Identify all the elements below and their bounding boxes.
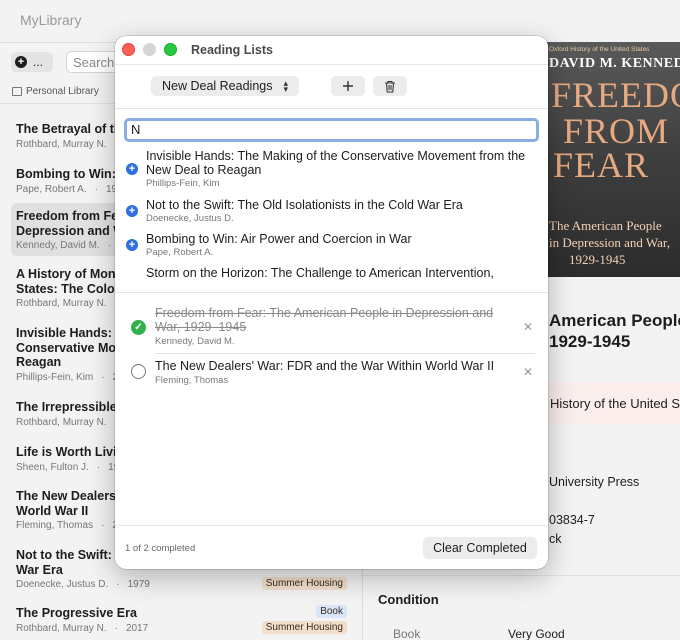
detail-title: American People 1929-1945 (549, 310, 680, 352)
item-author: Kennedy, David M. (155, 336, 235, 347)
add-menu-button[interactable]: + ... (11, 52, 53, 72)
book-icon (12, 87, 22, 96)
book-author: Phillips-Fein, Kim (16, 371, 94, 383)
condition-value: Very Good (508, 627, 565, 640)
add-book-search-field[interactable]: N (124, 118, 539, 142)
condition-heading: Condition (378, 592, 439, 607)
suggestion-title: Not to the Swift: The Old Isolationists … (146, 198, 463, 212)
close-window-button[interactable] (122, 43, 135, 56)
cover-series-text: Oxford History of the United States (549, 46, 650, 53)
book-author: Doenecke, Justus D. (16, 579, 109, 590)
chevron-up-down-icon: ▴ ▾ (283, 78, 288, 94)
detail-title-line-2: 1929-1945 (549, 332, 631, 351)
incomplete-circle-icon[interactable] (131, 364, 146, 379)
library-label: Personal Library (12, 86, 99, 97)
location-tag: Summer Housing (261, 621, 347, 634)
book-author: Rothbard, Murray N. (16, 138, 107, 150)
condition-label: Book (393, 627, 421, 640)
book-author: Sheen, Fulton J. (16, 461, 89, 473)
zoom-window-button[interactable] (164, 43, 177, 56)
minimize-window-button[interactable] (143, 43, 156, 56)
book-year: 1979 (127, 579, 150, 590)
titlebar-divider (115, 64, 548, 65)
app-title: MyLibrary (20, 12, 82, 28)
book-author: Rothbard, Murray N. (16, 622, 107, 634)
item-author: Fleming, Thomas (155, 375, 229, 386)
suggestion-author: Doenecke, Justus D. (146, 213, 234, 224)
suggestion-title: Bombing to Win: Air Power and Coercion i… (146, 232, 412, 246)
book-author: Rothbard, Murray N. (16, 416, 107, 428)
add-circle-icon: + (126, 239, 138, 251)
publisher-value: University Press (549, 475, 640, 489)
completed-checkmark-icon[interactable]: ✓ (131, 320, 146, 335)
suggestions-divider (115, 292, 548, 293)
plus-icon (343, 81, 353, 91)
footer-divider (115, 525, 548, 526)
suggestion-author: Pape, Robert A. (146, 247, 214, 258)
format-value: ck (549, 532, 562, 546)
book-title: The Progressive Era (16, 606, 137, 620)
suggestion-author: Phillips-Fein, Kim (146, 178, 220, 189)
delete-list-button[interactable] (373, 76, 407, 96)
item-divider (155, 353, 535, 354)
library-label-text: Personal Library (26, 86, 99, 97)
trash-icon (385, 80, 395, 93)
cover-title-3: FEAR (553, 145, 650, 185)
book-list-item[interactable]: The Progressive Era Rothbard, Murray N. ·… (11, 600, 353, 640)
cover-author: DAVID M. KENNEDY (549, 56, 680, 71)
suggestion-title: Storm on the Horizon: The Challenge to A… (146, 266, 494, 280)
book-author: Pape, Robert A. (16, 183, 87, 195)
progress-text: 1 of 2 completed (125, 543, 196, 554)
isbn-value: 03834-7 (549, 513, 595, 527)
cover-subtitle-1: The American People (549, 218, 662, 233)
format-badge: Book (316, 605, 347, 618)
dialog-title: Reading Lists (191, 43, 273, 57)
cover-subtitle-2: in Depression and War, (549, 235, 670, 250)
reading-lists-dialog: Reading Lists New Deal Readings ▴ ▾ N + I… (115, 36, 548, 569)
add-circle-icon: + (126, 163, 138, 175)
location-tag: Summer Housing (261, 577, 347, 590)
reading-list-select-value: New Deal Readings (162, 79, 273, 93)
book-author: Fleming, Thomas (16, 520, 94, 531)
item-title: Freedom from Fear: The American People i… (155, 306, 494, 334)
remove-item-icon[interactable]: ✕ (523, 320, 533, 334)
suggestion-title: Invisible Hands: The Making of the Conse… (146, 149, 526, 177)
series-field[interactable]: History of the United Sta (547, 382, 680, 424)
plus-circle-icon: + (15, 56, 27, 68)
item-title: The New Dealers' War: FDR and the War Wi… (155, 359, 495, 373)
reading-list-select[interactable]: New Deal Readings ▴ ▾ (151, 76, 299, 96)
book-author: Rothbard, Murray N. (16, 298, 107, 309)
book-author: Kennedy, David M. (16, 240, 100, 251)
detail-title-line-1: American People (549, 311, 680, 330)
book-year: 2017 (125, 622, 149, 634)
book-cover: Oxford History of the United States DAVI… (545, 42, 680, 277)
section-divider (363, 575, 680, 576)
clear-completed-button[interactable]: Clear Completed (423, 537, 537, 559)
add-list-button[interactable] (331, 76, 365, 96)
add-menu-label: ... (33, 55, 44, 69)
cover-subtitle-3: 1929-1945 (569, 252, 626, 267)
remove-item-icon[interactable]: ✕ (523, 365, 533, 379)
add-circle-icon: + (126, 205, 138, 217)
toolbar-divider (115, 108, 548, 109)
dialog-titlebar: Reading Lists (115, 36, 548, 64)
